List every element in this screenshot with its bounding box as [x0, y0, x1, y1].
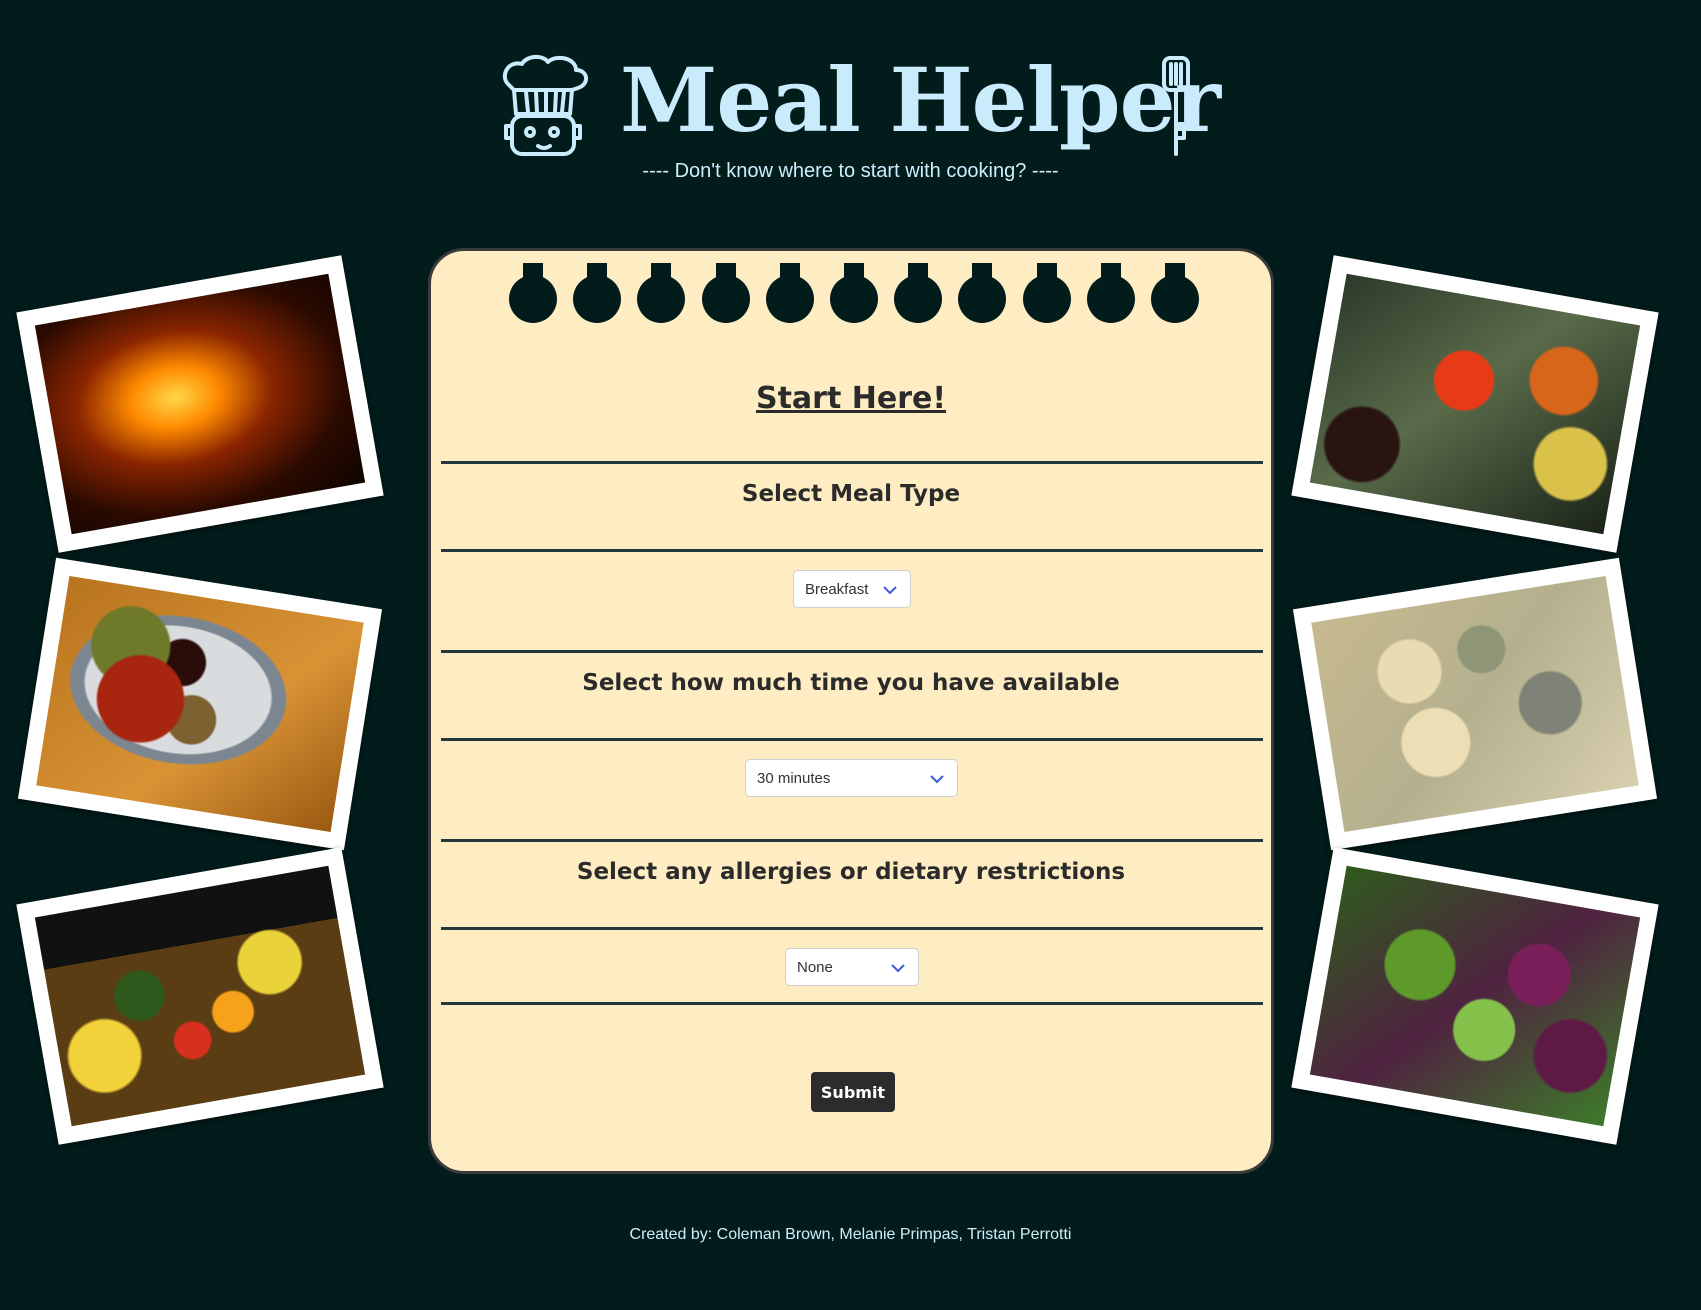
allergies-label: Select any allergies or dietary restrict…	[576, 859, 1126, 885]
divider	[441, 738, 1263, 741]
binder-hole	[958, 263, 1007, 323]
binder-hole	[1150, 263, 1199, 323]
binder-hole	[573, 263, 622, 323]
meal-type-value: Breakfast	[805, 580, 869, 598]
binder-hole	[829, 263, 878, 323]
binder-hole	[1022, 263, 1071, 323]
binder-hole	[765, 263, 814, 323]
chevron-down-icon	[891, 964, 905, 973]
submit-button[interactable]: Submit	[811, 1072, 895, 1112]
chevron-down-icon	[930, 775, 944, 784]
divider	[441, 461, 1263, 464]
allergies-value: None	[797, 958, 833, 976]
allergies-select[interactable]: None	[785, 948, 919, 986]
divider	[441, 927, 1263, 930]
meal-type-label: Select Meal Type	[741, 481, 961, 507]
divider	[441, 839, 1263, 842]
binder-hole	[701, 263, 750, 323]
photo-wood-oven	[16, 255, 384, 553]
photo-pasta	[1292, 557, 1658, 851]
time-value: 30 minutes	[757, 769, 831, 787]
photo-fruit-pile	[16, 847, 384, 1145]
divider	[441, 549, 1263, 552]
binder-hole	[894, 263, 943, 323]
footer-credits: Created by: Coleman Brown, Melanie Primp…	[629, 1226, 1072, 1243]
photo-salad-greens	[1291, 847, 1659, 1145]
time-label: Select how much time you have available	[582, 670, 1120, 696]
page-header: Meal Helper ---- Don't know where to sta…	[0, 0, 1701, 210]
binder-hole	[1086, 263, 1135, 323]
photo-spice-bowl	[17, 557, 383, 851]
meal-type-select[interactable]: Breakfast	[793, 570, 911, 608]
time-select[interactable]: 30 minutes	[745, 759, 958, 797]
notepad-form: Start Here! Select Meal Type Breakfast S…	[428, 248, 1274, 1174]
form-heading: Start Here!	[755, 381, 947, 416]
tagline: ---- Don't know where to start with cook…	[642, 160, 1059, 182]
binder-hole	[509, 263, 557, 323]
binder-holes	[509, 263, 1199, 323]
spatula-icon	[1162, 56, 1190, 156]
binder-hole	[637, 263, 686, 323]
divider	[441, 650, 1263, 653]
chef-hat-icon	[502, 55, 588, 156]
chevron-down-icon	[883, 586, 897, 595]
app-title: Meal Helper	[620, 48, 1221, 152]
divider	[441, 1002, 1263, 1005]
photo-vegetables	[1291, 255, 1659, 553]
